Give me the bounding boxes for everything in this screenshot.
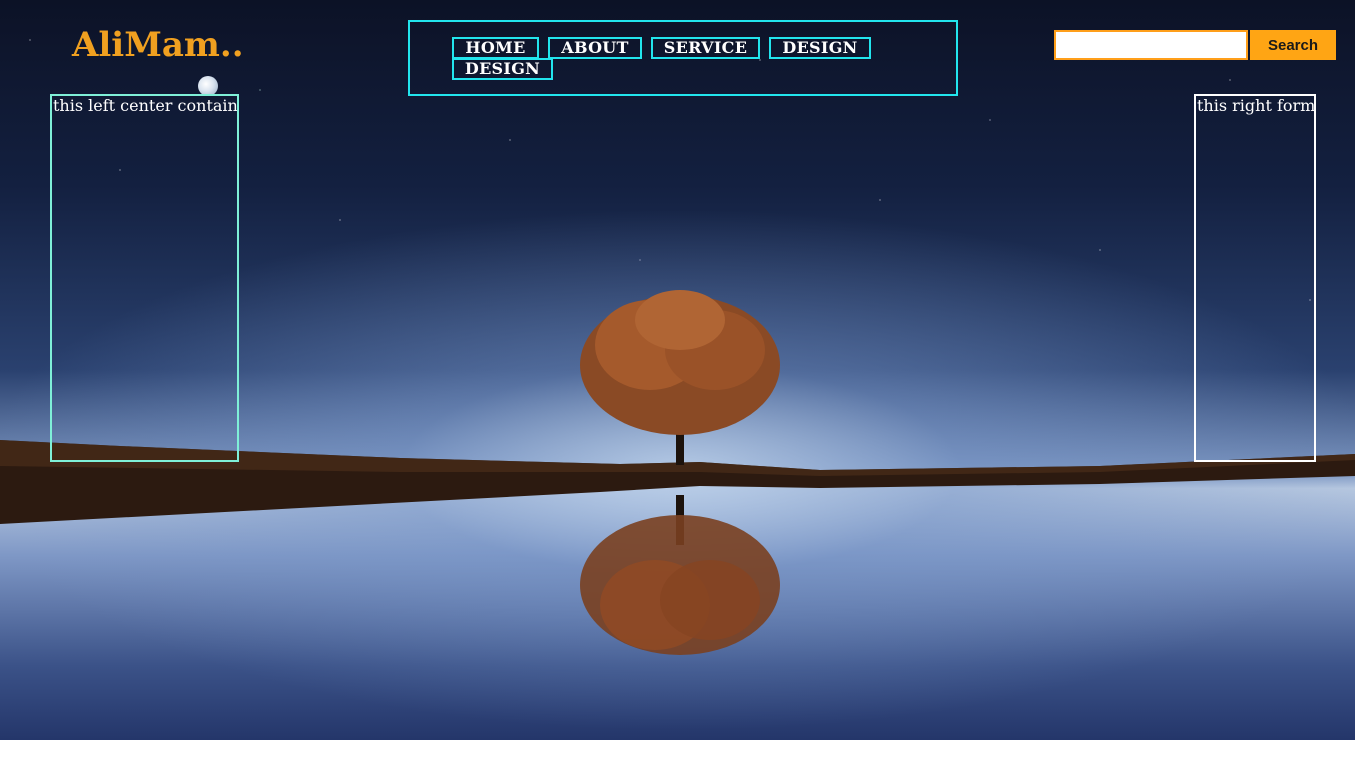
nav-item-home[interactable]: HOME: [452, 37, 539, 59]
tree-illustration: [580, 290, 780, 655]
nav-item-design[interactable]: DESIGN: [769, 37, 871, 59]
nav-item-service[interactable]: SERVICE: [651, 37, 760, 59]
nav-item-design-secondary[interactable]: DESIGN: [452, 58, 553, 80]
main-navigation: HOME ABOUT SERVICE DESIGN DESIGN: [408, 20, 958, 96]
search-input[interactable]: [1054, 30, 1248, 60]
nav-item-about[interactable]: ABOUT: [548, 37, 642, 59]
site-logo[interactable]: AliMam..: [72, 24, 244, 66]
search-button[interactable]: Search: [1250, 30, 1336, 60]
right-panel: this right form: [1194, 94, 1316, 462]
left-panel: this left center contain: [50, 94, 239, 462]
right-panel-text: this right form: [1197, 96, 1316, 115]
moon-icon: [198, 76, 218, 96]
left-panel-text: this left center contain: [53, 96, 238, 115]
